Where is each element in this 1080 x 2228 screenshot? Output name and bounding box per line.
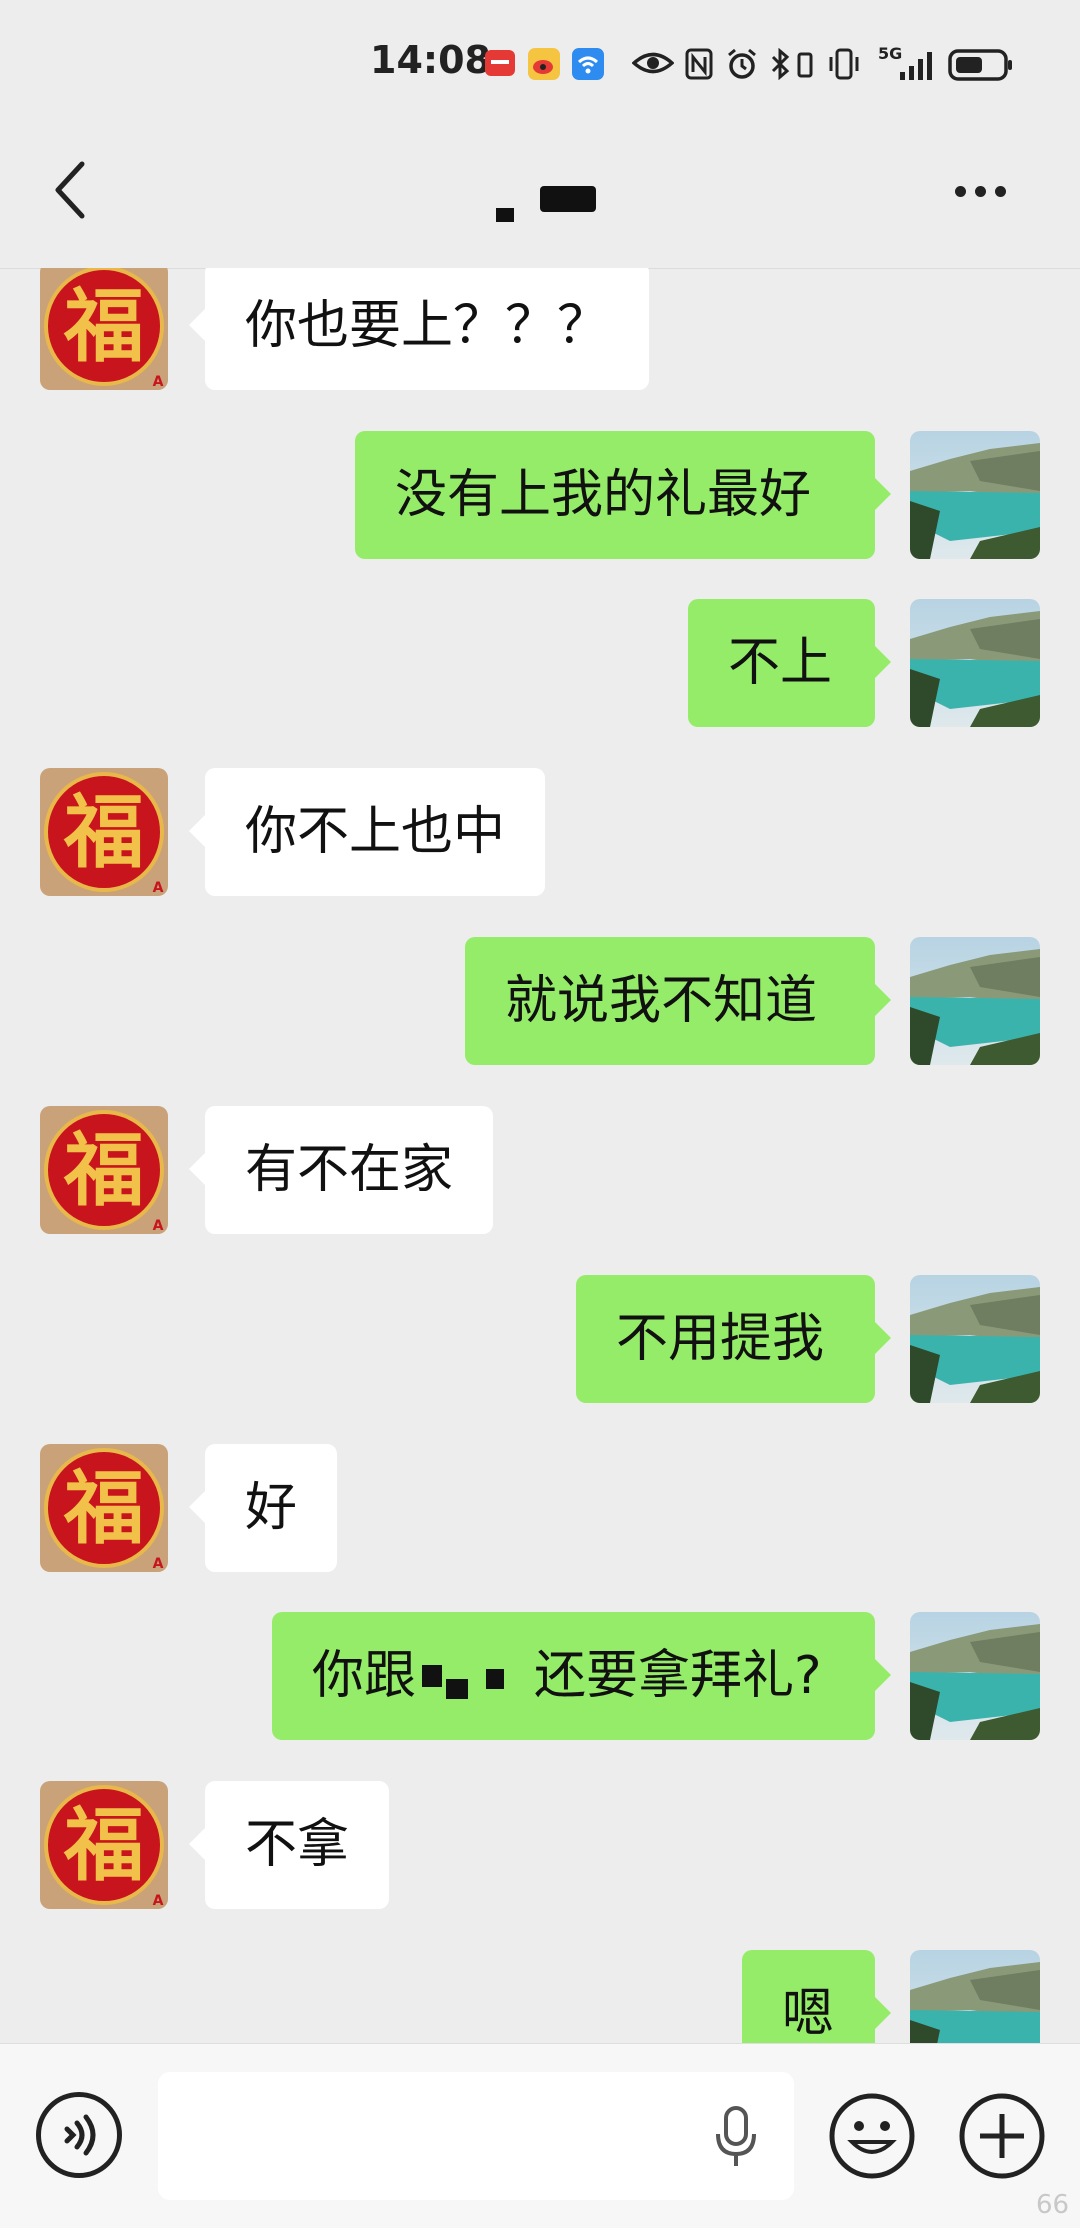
emoji-icon[interactable] bbox=[828, 2092, 916, 2180]
sent-message-bubble[interactable]: 嗯 bbox=[742, 1950, 891, 2043]
contact-avatar[interactable] bbox=[40, 768, 168, 896]
received-message-bubble[interactable]: 不拿 bbox=[188, 1781, 390, 1909]
signal-icon bbox=[900, 52, 932, 80]
self-avatar[interactable] bbox=[910, 1950, 1040, 2043]
contact-avatar[interactable] bbox=[40, 1781, 168, 1909]
message-list[interactable]: 福 A 你也要上？？？ 没有上我的礼最好 不上 你不上也中 就说我不知道 bbox=[0, 268, 1080, 2043]
message-input[interactable] bbox=[158, 2072, 794, 2200]
nfc-icon bbox=[685, 48, 713, 80]
contact-avatar[interactable] bbox=[40, 268, 168, 390]
more-dots-icon[interactable] bbox=[955, 182, 1015, 197]
self-avatar[interactable] bbox=[910, 1612, 1040, 1740]
sent-message-bubble[interactable]: 没有上我的礼最好 bbox=[355, 431, 891, 559]
watermark: 66 bbox=[1036, 2190, 1070, 2220]
message-text-start: 你跟 bbox=[312, 1646, 417, 1706]
redacted-text bbox=[416, 1659, 534, 1699]
received-message-bubble[interactable]: 好 bbox=[188, 1444, 338, 1572]
self-avatar[interactable] bbox=[910, 1275, 1040, 1403]
title-redaction bbox=[540, 186, 596, 212]
self-avatar[interactable] bbox=[910, 937, 1040, 1065]
contact-avatar[interactable] bbox=[40, 1444, 168, 1572]
wifi-app-icon bbox=[572, 48, 604, 80]
self-avatar[interactable] bbox=[910, 431, 1040, 559]
sent-message-bubble[interactable]: 不用提我 bbox=[576, 1275, 891, 1403]
battery-icon bbox=[948, 49, 1012, 81]
huawei-mail-icon bbox=[485, 50, 515, 76]
message-text-end: 还要拿拜礼? bbox=[534, 1646, 822, 1706]
plus-icon[interactable] bbox=[958, 2092, 1046, 2180]
sent-message-bubble[interactable]: 就说我不知道 bbox=[465, 937, 891, 1065]
eye-icon bbox=[632, 52, 674, 74]
sent-message-bubble[interactable]: 你跟 还要拿拜礼? bbox=[272, 1612, 891, 1740]
vibrate-mode-icon bbox=[829, 48, 859, 80]
received-message-bubble[interactable]: 有不在家 bbox=[188, 1106, 494, 1234]
chevron-left-icon[interactable] bbox=[50, 160, 90, 220]
received-message-bubble[interactable]: 你也要上？？？ bbox=[188, 268, 650, 390]
status-time: 14:08 bbox=[370, 38, 491, 82]
weibo-icon bbox=[528, 48, 560, 80]
input-bar bbox=[0, 2043, 1080, 2228]
alarm-icon bbox=[728, 48, 756, 79]
bluetooth-icon bbox=[771, 48, 790, 80]
sent-message-bubble[interactable]: 不上 bbox=[688, 599, 891, 727]
voice-input-icon[interactable] bbox=[36, 2092, 122, 2178]
microphone-icon[interactable] bbox=[712, 2106, 760, 2168]
vibrate-icon bbox=[797, 52, 813, 78]
contact-avatar[interactable] bbox=[40, 1106, 168, 1234]
self-avatar[interactable] bbox=[910, 599, 1040, 727]
title-redaction bbox=[496, 208, 514, 222]
status-bar: 14:08 5G bbox=[0, 0, 1080, 130]
received-message-bubble[interactable]: 你不上也中 bbox=[188, 768, 546, 896]
